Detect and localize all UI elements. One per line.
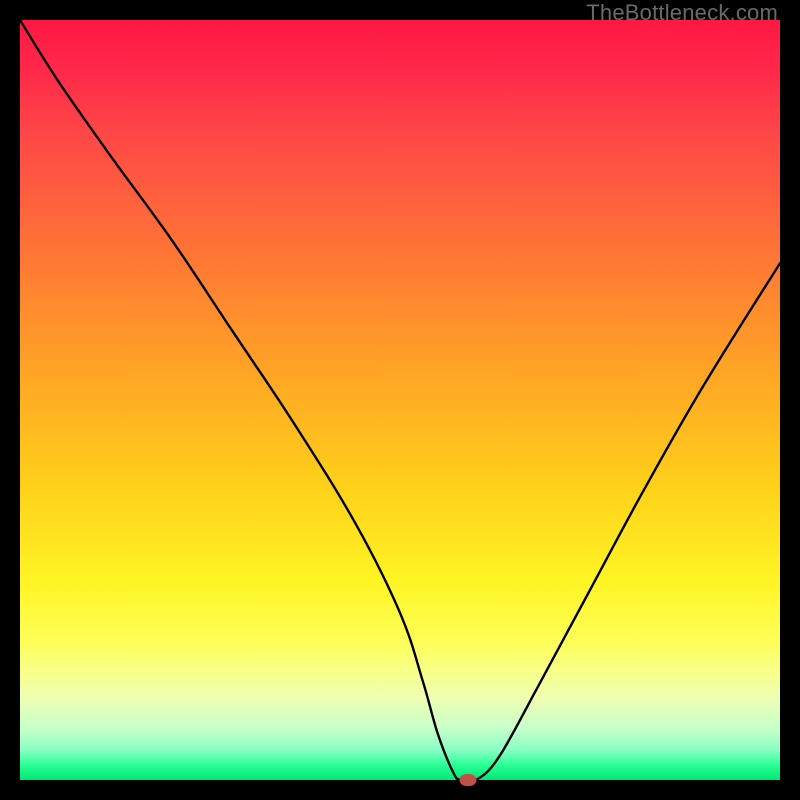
optimum-marker [460,774,477,786]
bottleneck-curve-path [20,20,780,780]
chart-plot-area [20,20,780,780]
watermark-text: TheBottleneck.com [586,0,778,26]
chart-svg [20,20,780,780]
chart-frame: TheBottleneck.com [0,0,800,800]
